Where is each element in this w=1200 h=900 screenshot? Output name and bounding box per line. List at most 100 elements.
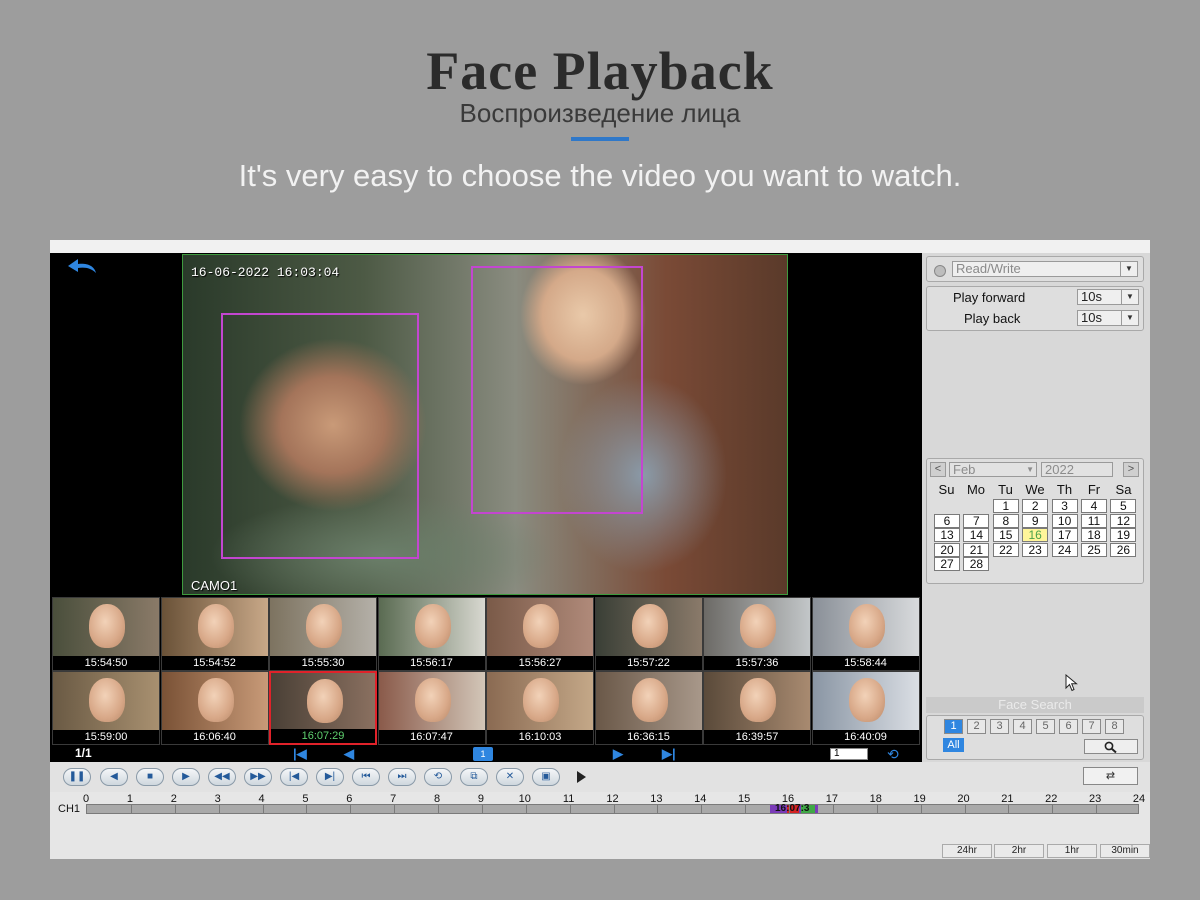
play-back-select[interactable]: 10s ▼ <box>1077 310 1139 326</box>
zoom-button[interactable]: 24hr <box>942 844 992 858</box>
calendar-day[interactable]: 5 <box>1110 499 1137 513</box>
calendar-day[interactable]: 16 <box>1022 528 1049 543</box>
all-channels-button[interactable]: All <box>943 738 964 752</box>
channel-button[interactable]: 4 <box>1013 719 1032 734</box>
channel-button[interactable]: 6 <box>1059 719 1078 734</box>
calendar-day[interactable]: 21 <box>963 542 990 557</box>
zoom-button[interactable]: 30min <box>1100 844 1150 858</box>
calendar-day[interactable]: 23 <box>1022 542 1049 557</box>
calendar-day[interactable]: 6 <box>934 513 960 528</box>
face-thumbnail[interactable]: 16:07:47 <box>377 671 486 745</box>
zoom-button[interactable]: 2hr <box>994 844 1044 858</box>
face-thumbnail[interactable]: 15:57:22 <box>594 597 703 671</box>
channel-button[interactable]: 8 <box>1105 719 1124 734</box>
face-thumbnail[interactable]: 16:07:29 <box>269 671 377 745</box>
mode-box: Read/Write ▼ <box>926 256 1144 282</box>
hour-tick-label: 24 <box>1132 793 1146 805</box>
calendar-day[interactable]: 19 <box>1110 528 1137 543</box>
calendar-day[interactable]: 27 <box>934 557 960 572</box>
next-segment-button[interactable]: ⏭ <box>388 768 416 786</box>
prev-frame-button[interactable]: ◀ <box>100 768 128 786</box>
face-thumbnail[interactable]: 15:54:50 <box>52 597 160 671</box>
stop-button[interactable]: ■ <box>136 768 164 786</box>
face-thumbnail[interactable]: 15:55:30 <box>269 597 377 671</box>
face-thumbnail[interactable]: 15:56:17 <box>377 597 486 671</box>
skip-end-button[interactable]: ▶| <box>316 768 344 786</box>
channel-button[interactable]: 1 <box>944 719 963 734</box>
fast-forward-button[interactable]: ▶▶ <box>244 768 272 786</box>
calendar-day[interactable]: 22 <box>992 542 1019 557</box>
rewind-button[interactable]: ◀◀ <box>208 768 236 786</box>
pause-button[interactable]: ❚❚ <box>63 768 91 786</box>
back-arrow-icon[interactable] <box>66 257 100 277</box>
zoom-button[interactable]: 1hr <box>1047 844 1097 858</box>
face-thumbnail[interactable]: 15:57:36 <box>703 597 811 671</box>
face-thumbnail[interactable]: 15:58:44 <box>811 597 920 671</box>
save-button[interactable]: ▣ <box>532 768 560 786</box>
main-video-frame[interactable]: 16-06-2022 16:03:04 CAMO1 <box>182 254 788 595</box>
calendar-day[interactable]: 14 <box>963 528 990 543</box>
face-thumbnail[interactable]: 16:39:57 <box>703 671 811 745</box>
calendar-day[interactable]: 7 <box>963 513 990 528</box>
face-thumbnail[interactable]: 16:06:40 <box>160 671 269 745</box>
calendar-day[interactable]: 26 <box>1110 542 1137 557</box>
face-thumbnail[interactable]: 15:59:00 <box>52 671 160 745</box>
next-month-button[interactable]: > <box>1123 462 1139 477</box>
clip-button[interactable]: ✕ <box>496 768 524 786</box>
hour-tick <box>832 805 834 813</box>
last-page-icon[interactable]: ▶| <box>662 747 676 760</box>
hour-tick <box>876 805 878 813</box>
loop-button[interactable]: ⟲ <box>424 768 452 786</box>
refresh-icon[interactable]: ⟲ <box>887 746 905 762</box>
play-icon[interactable] <box>577 771 586 783</box>
calendar-day[interactable]: 10 <box>1051 513 1078 528</box>
calendar-day[interactable]: 12 <box>1110 513 1137 528</box>
face-thumbnail[interactable]: 16:10:03 <box>486 671 594 745</box>
prev-segment-button[interactable]: ⏮ <box>352 768 380 786</box>
playback-controls: ⇄ ❚❚ ◀ ■ ▶ ◀◀ ▶▶ |◀ ▶| ⏮ ⏭ ⟲ ⧉ ✕ ▣ <box>50 762 1150 792</box>
current-page[interactable]: 1 <box>473 747 493 761</box>
prev-page-icon[interactable]: ◀ <box>344 747 354 760</box>
calendar-day[interactable]: 3 <box>1051 499 1078 513</box>
play-forward-select[interactable]: 10s ▼ <box>1077 289 1139 305</box>
calendar-day[interactable]: 24 <box>1051 542 1078 557</box>
copy-button[interactable]: ⧉ <box>460 768 488 786</box>
next-page-icon[interactable]: ▶ <box>613 747 623 760</box>
face-thumbnail[interactable]: 15:54:52 <box>160 597 269 671</box>
face-thumbnail[interactable]: 16:40:09 <box>811 671 920 745</box>
mode-radio[interactable] <box>934 265 946 277</box>
weekday-label: Su <box>938 482 955 497</box>
calendar-day[interactable]: 1 <box>992 499 1019 513</box>
channel-button[interactable]: 3 <box>990 719 1009 734</box>
face-box-adult <box>221 313 419 559</box>
face-thumbnail[interactable]: 15:56:27 <box>486 597 594 671</box>
calendar-day[interactable]: 28 <box>963 557 990 572</box>
timeline-track[interactable]: 16:07:3 <box>86 804 1139 814</box>
calendar-day[interactable]: 13 <box>934 528 960 543</box>
month-select[interactable]: Feb ▼ <box>949 462 1037 477</box>
calendar-day[interactable]: 9 <box>1022 513 1049 528</box>
channel-button[interactable]: 7 <box>1082 719 1101 734</box>
first-page-icon[interactable]: |◀ <box>293 747 307 760</box>
face-thumbnail[interactable]: 16:36:15 <box>594 671 703 745</box>
calendar-day[interactable]: 8 <box>992 513 1019 528</box>
year-select[interactable]: 2022 <box>1041 462 1113 477</box>
search-button[interactable] <box>1084 739 1138 754</box>
calendar-day[interactable]: 25 <box>1081 542 1107 557</box>
page-jump-input[interactable]: 1 <box>830 748 868 760</box>
calendar-day[interactable]: 4 <box>1081 499 1107 513</box>
calendar-day[interactable]: 15 <box>992 528 1019 543</box>
mode-select[interactable]: Read/Write ▼ <box>952 261 1138 277</box>
sync-button[interactable]: ⇄ <box>1083 767 1138 785</box>
calendar-day[interactable]: 11 <box>1081 513 1107 528</box>
calendar-day[interactable]: 2 <box>1022 499 1049 513</box>
calendar-day[interactable]: 18 <box>1081 528 1107 543</box>
prev-month-button[interactable]: < <box>930 462 946 477</box>
calendar-day[interactable]: 17 <box>1051 528 1078 543</box>
calendar-day[interactable]: 20 <box>934 542 960 557</box>
skip-start-button[interactable]: |◀ <box>280 768 308 786</box>
next-frame-button[interactable]: ▶ <box>172 768 200 786</box>
channel-button[interactable]: 2 <box>967 719 986 734</box>
hour-tick-label: 10 <box>518 793 531 805</box>
channel-button[interactable]: 5 <box>1036 719 1055 734</box>
